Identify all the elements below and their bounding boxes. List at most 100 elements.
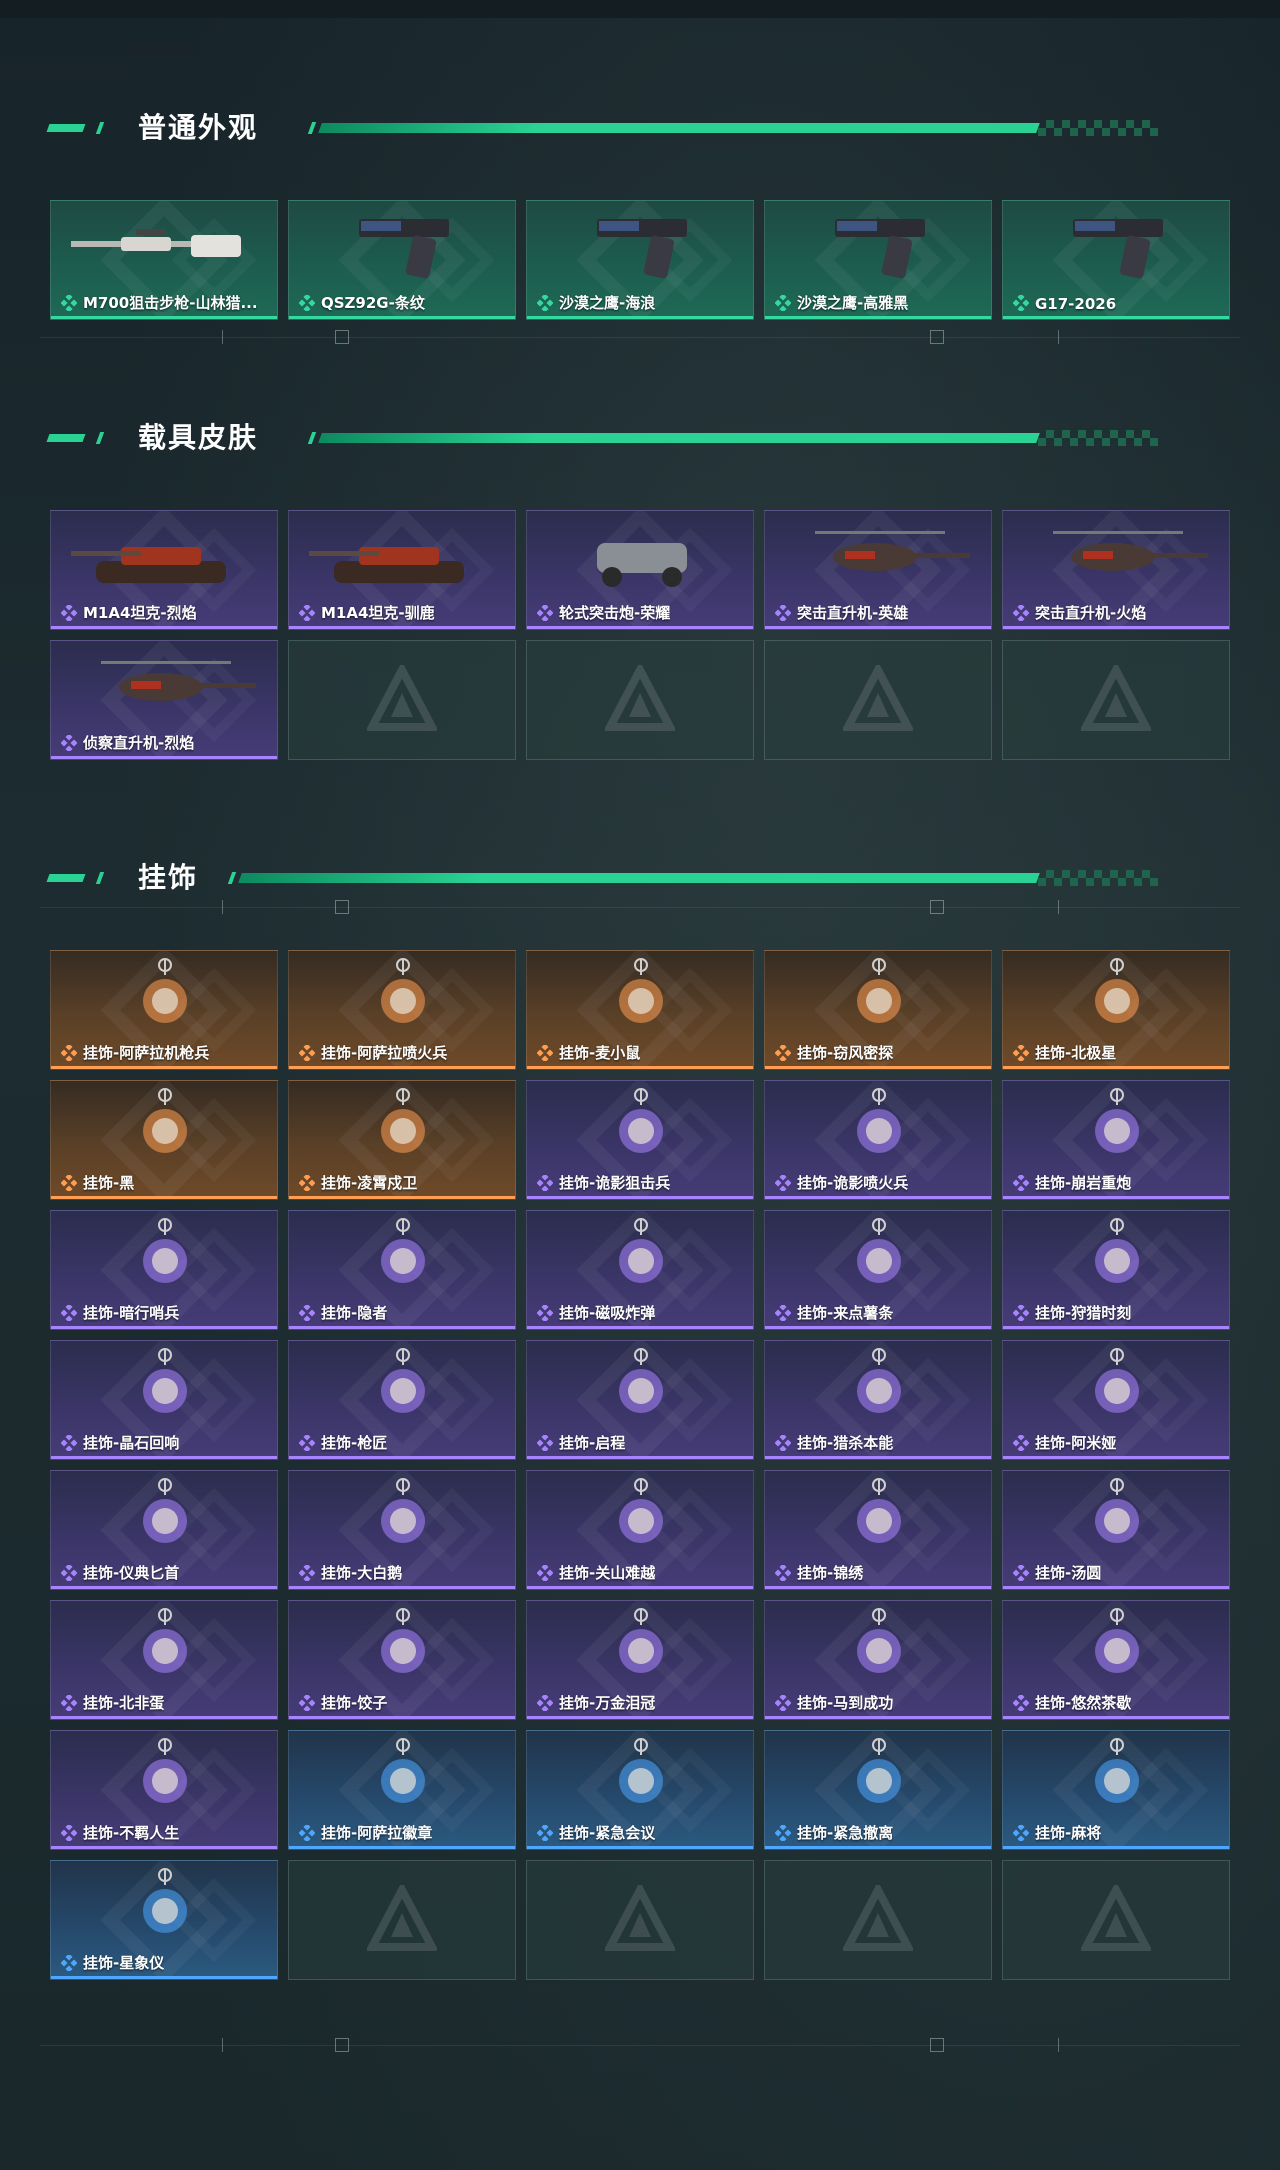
item-card[interactable]: G17-2026 [1002,200,1230,320]
item-label: 挂饰-晶石回响 [83,1434,180,1452]
rarity-diamond-icon [775,1825,791,1841]
rarity-diamond-icon [299,1565,315,1581]
charm-item-icon [619,1348,663,1413]
divider-tick [222,900,223,914]
item-card[interactable]: 挂饰-黑 [50,1080,278,1200]
item-card[interactable]: 突击直升机-火焰 [1002,510,1230,630]
sniper-rifle-icon [71,229,241,257]
item-label: 挂饰-磁吸炸弹 [559,1304,656,1322]
item-label: 挂饰-启程 [559,1434,626,1452]
charm-item-icon [857,1218,901,1283]
item-label: 挂饰-马到成功 [797,1694,894,1712]
item-label: 挂饰-悠然茶歇 [1035,1694,1132,1712]
rarity-bar [765,1326,991,1329]
item-label: 沙漠之鹰-海浪 [559,294,656,312]
item-label: 挂饰-阿萨拉机枪兵 [83,1044,210,1062]
rarity-diamond-icon [299,1305,315,1321]
item-card[interactable]: 挂饰-锦绣 [764,1470,992,1590]
item-card[interactable]: 挂饰-北非蛋 [50,1600,278,1720]
item-card[interactable]: 侦察直升机-烈焰 [50,640,278,760]
charm-item-icon [857,1608,901,1673]
item-card[interactable]: 挂饰-暗行哨兵 [50,1210,278,1330]
item-card[interactable]: 挂饰-狩猎时刻 [1002,1210,1230,1330]
rarity-bar [289,1716,515,1719]
item-card[interactable]: M1A4坦克-驯鹿 [288,510,516,630]
item-card[interactable]: 挂饰-紧急会议 [526,1730,754,1850]
item-card[interactable]: 挂饰-星象仪 [50,1860,278,1980]
header-checker [1038,870,1158,886]
item-card[interactable]: M700狙击步枪-山林猎... [50,200,278,320]
rarity-diamond-icon [537,295,553,311]
rarity-diamond-icon [61,1045,77,1061]
item-label: 挂饰-紧急会议 [559,1824,656,1842]
item-card[interactable]: 挂饰-猎杀本能 [764,1340,992,1460]
pistol-icon [597,219,687,279]
item-card[interactable]: 挂饰-晶石回响 [50,1340,278,1460]
item-card[interactable]: 挂饰-马到成功 [764,1600,992,1720]
section-title: 挂饰 [138,861,199,894]
item-card[interactable]: M1A4坦克-烈焰 [50,510,278,630]
charm-item-icon [143,1348,187,1413]
item-card[interactable]: 挂饰-枪匠 [288,1340,516,1460]
rarity-diamond-icon [1013,1825,1029,1841]
item-label: 挂饰-诡影喷火兵 [797,1174,909,1192]
rarity-diamond-icon [775,1565,791,1581]
item-card[interactable]: 挂饰-隐者 [288,1210,516,1330]
rarity-diamond-icon [775,1435,791,1451]
item-card[interactable]: 挂饰-北极星 [1002,950,1230,1070]
item-label: 挂饰-枪匠 [321,1434,388,1452]
item-card[interactable]: 挂饰-汤圆 [1002,1470,1230,1590]
header-accent-mark [46,434,86,442]
rarity-bar [51,1586,277,1589]
item-card[interactable]: 轮式突击炮-荣耀 [526,510,754,630]
item-card[interactable]: 挂饰-饺子 [288,1600,516,1720]
item-card[interactable]: 挂饰-仪典匕首 [50,1470,278,1590]
item-card[interactable]: 挂饰-诡影喷火兵 [764,1080,992,1200]
rarity-diamond-icon [1013,1045,1029,1061]
item-card[interactable]: 挂饰-关山难越 [526,1470,754,1590]
item-card[interactable]: 挂饰-悠然茶歇 [1002,1600,1230,1720]
charm-item-icon [143,1738,187,1803]
item-card[interactable]: 挂饰-麦小鼠 [526,950,754,1070]
item-card[interactable]: 挂饰-阿萨拉机枪兵 [50,950,278,1070]
item-label: 挂饰-隐者 [321,1304,388,1322]
item-label: 挂饰-阿萨拉喷火兵 [321,1044,448,1062]
helicopter-icon [1053,531,1208,571]
item-card[interactable]: 挂饰-诡影狙击兵 [526,1080,754,1200]
placeholder-logo-icon [367,1885,437,1951]
item-card[interactable]: 挂饰-不羁人生 [50,1730,278,1850]
rarity-diamond-icon [1013,605,1029,621]
item-card[interactable]: 挂饰-阿米娅 [1002,1340,1230,1460]
rarity-bar [289,1456,515,1459]
item-card[interactable]: 挂饰-启程 [526,1340,754,1460]
item-card[interactable]: 挂饰-紧急撤离 [764,1730,992,1850]
item-card[interactable]: 挂饰-来点薯条 [764,1210,992,1330]
item-card[interactable]: 挂饰-阿萨拉喷火兵 [288,950,516,1070]
item-label: 挂饰-凌霄戍卫 [321,1174,418,1192]
item-card[interactable]: 挂饰-麻将 [1002,1730,1230,1850]
section-header-charms: 挂饰 [46,860,1198,896]
item-label: 挂饰-麦小鼠 [559,1044,641,1062]
item-card[interactable]: 挂饰-凌霄戍卫 [288,1080,516,1200]
empty-slot [526,640,754,760]
item-card[interactable]: 挂饰-磁吸炸弹 [526,1210,754,1330]
item-card[interactable]: 挂饰-万金泪冠 [526,1600,754,1720]
charm-item-icon [1095,1608,1139,1673]
item-label: 挂饰-星象仪 [83,1954,165,1972]
divider [40,907,1240,908]
empty-slot [288,640,516,760]
item-card[interactable]: 沙漠之鹰-海浪 [526,200,754,320]
placeholder-logo-icon [1081,665,1151,731]
item-label: QSZ92G-条纹 [321,294,425,312]
item-card[interactable]: QSZ92G-条纹 [288,200,516,320]
item-card[interactable]: 挂饰-大白鹅 [288,1470,516,1590]
item-card[interactable]: 突击直升机-英雄 [764,510,992,630]
item-card[interactable]: 挂饰-阿萨拉徽章 [288,1730,516,1850]
item-label: M1A4坦克-驯鹿 [321,604,435,622]
item-label: 挂饰-狩猎时刻 [1035,1304,1132,1322]
item-card[interactable]: 挂饰-窃风密探 [764,950,992,1070]
item-card[interactable]: 沙漠之鹰-高雅黑 [764,200,992,320]
item-card[interactable]: 挂饰-崩岩重炮 [1002,1080,1230,1200]
item-label: M700狙击步枪-山林猎... [83,294,258,312]
pistol-icon [1073,219,1163,279]
